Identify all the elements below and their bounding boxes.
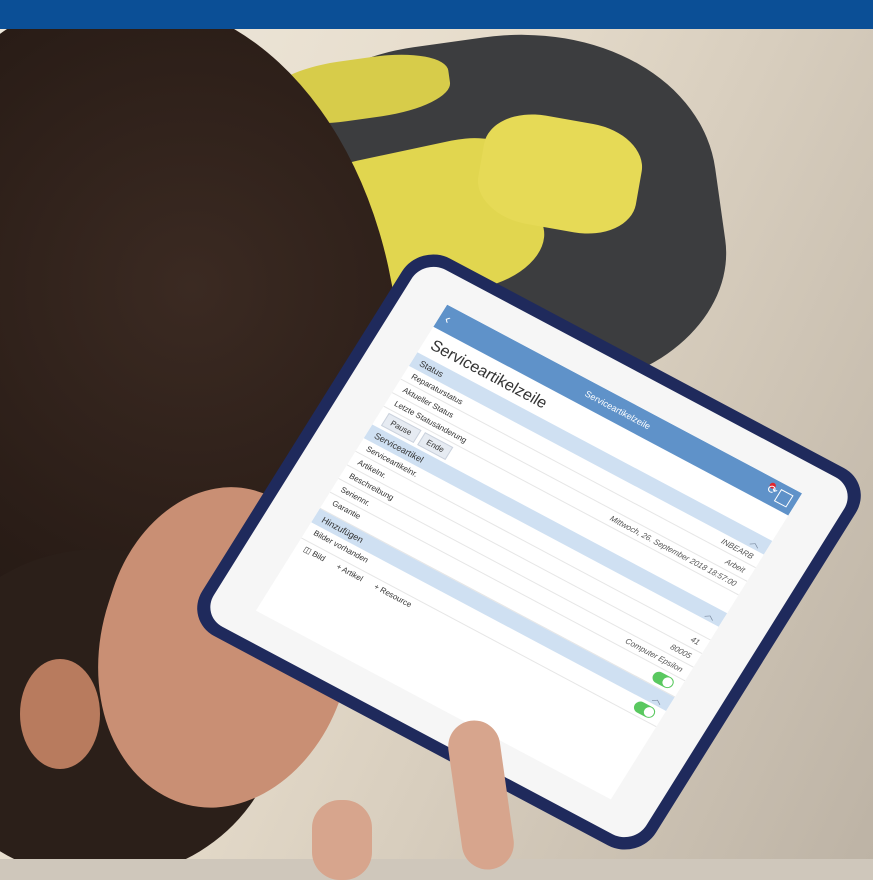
brand-header-bar — [0, 0, 873, 29]
person-ear — [20, 659, 100, 769]
right-thumb — [312, 800, 372, 880]
add-image-label: Bild — [310, 549, 327, 564]
